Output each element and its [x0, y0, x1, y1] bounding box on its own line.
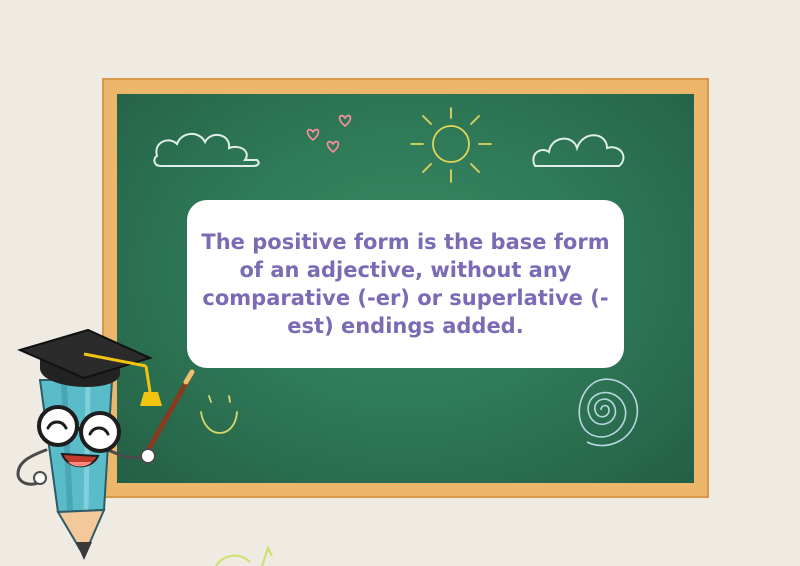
- cloud-icon: [532, 134, 625, 167]
- sun-icon: [410, 107, 492, 183]
- heart-icon: [306, 114, 352, 154]
- definition-card: The positive form is the base form of an…: [187, 200, 624, 368]
- spiral-icon: [578, 378, 639, 447]
- definition-text: The positive form is the base form of an…: [201, 230, 610, 338]
- smiley-icon: [200, 395, 238, 434]
- pencil-teacher-icon: [16, 328, 195, 560]
- chalk-doodle-bottom: [215, 545, 273, 566]
- cloud-icon: [153, 133, 260, 167]
